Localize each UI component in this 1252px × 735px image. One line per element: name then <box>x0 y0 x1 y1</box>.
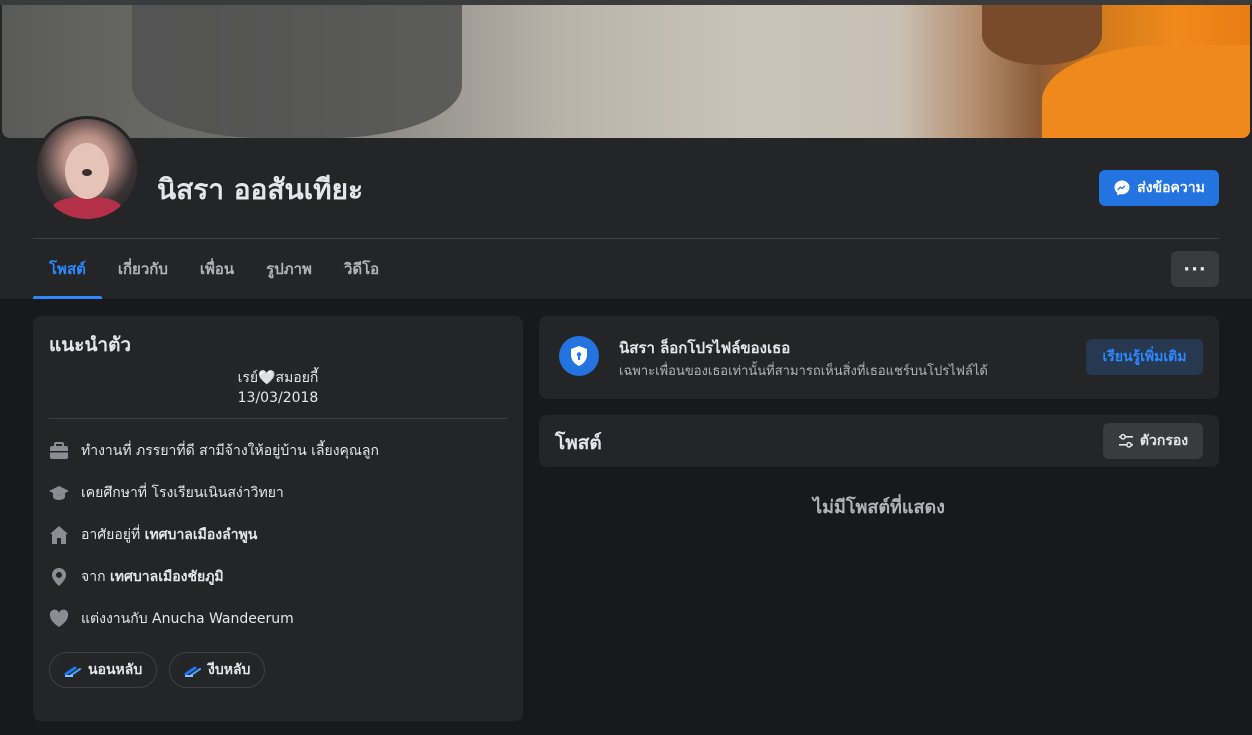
messenger-icon <box>1114 180 1130 196</box>
cover-photo[interactable] <box>2 5 1250 138</box>
from-prefix: จาก <box>81 569 106 585</box>
bio: เรย์🤍สมอยกี้ 13/03/2018 <box>49 368 507 408</box>
graduation-cap-icon <box>49 483 69 503</box>
from-row: จาก เทศบาลเมืองชัยภูมิ <box>49 566 224 588</box>
profile-tabs: โพสต์ เกี่ยวกับ เพื่อน รูปภาพ วิดีโอ <box>33 239 395 299</box>
locked-profile-card: นิสรา ล็อกโปรไฟล์ของเธอ เฉพาะเพื่อนของเธ… <box>539 316 1219 399</box>
learn-more-button[interactable]: เรียนรู้เพิ่มเติม <box>1086 339 1203 375</box>
intro-title: แนะนำตัว <box>49 334 132 356</box>
hobby-label: นอนหลับ <box>88 662 143 678</box>
hobby-chip[interactable]: งีบหลับ <box>169 652 266 688</box>
work-row: ทำงานที่ ภรรยาที่ดี สามีจ้างให้อยู่บ้าน … <box>49 440 379 462</box>
lives-row: อาศัยอยู่ที่ เทศบาลเมืองลำพูน <box>49 524 257 546</box>
from-value[interactable]: เทศบาลเมืองชัยภูมิ <box>110 566 224 588</box>
education-value[interactable]: โรงเรียนเนินสง่าวิทยา <box>152 482 284 504</box>
filter-button[interactable]: ตัวกรอง <box>1103 423 1203 459</box>
education-row: เคยศึกษาที่ โรงเรียนเนินสง่าวิทยา <box>49 482 284 504</box>
intro-card: แนะนำตัว เรย์🤍สมอยกี้ 13/03/2018 ทำงานที… <box>33 316 523 721</box>
profile-header: นิสรา ออสันเทียะ ส่งข้อความ โพสต์ เกี่ยว… <box>0 5 1252 299</box>
filter-label: ตัวกรอง <box>1139 433 1189 449</box>
sleep-icon <box>184 666 201 677</box>
location-pin-icon <box>49 567 69 587</box>
locked-subtitle: เฉพาะเพื่อนของเธอเท่านั้นที่สามารถเห็นสิ… <box>619 364 988 379</box>
tab-friends[interactable]: เพื่อน <box>184 239 250 299</box>
posts-title: โพสต์ <box>555 432 602 454</box>
lives-value[interactable]: เทศบาลเมืองลำพูน <box>145 524 258 546</box>
tab-photos[interactable]: รูปภาพ <box>250 239 328 299</box>
bio-line-2: 13/03/2018 <box>237 390 319 406</box>
shield-lock-icon <box>559 336 599 376</box>
home-icon <box>49 525 69 545</box>
heart-icon <box>49 609 69 629</box>
tab-about[interactable]: เกี่ยวกับ <box>102 239 184 299</box>
send-message-button[interactable]: ส่งข้อความ <box>1099 170 1219 206</box>
lives-prefix: อาศัยอยู่ที่ <box>81 527 141 543</box>
more-options-button[interactable]: ··· <box>1171 251 1219 287</box>
locked-title: นิสรา ล็อกโปรไฟล์ของเธอ <box>619 339 791 357</box>
relationship-prefix: แต่งงานกับ <box>81 611 148 627</box>
education-prefix: เคยศึกษาที่ <box>81 485 148 501</box>
profile-name: นิสรา ออสันเทียะ <box>157 173 364 206</box>
hobby-label: งีบหลับ <box>208 662 251 678</box>
tab-videos[interactable]: วิดีโอ <box>328 239 395 299</box>
avatar-image <box>37 119 137 219</box>
sleep-icon <box>64 666 81 677</box>
no-posts-message: ไม่มีโพสต์ที่แสดง <box>813 497 945 518</box>
send-message-label: ส่งข้อความ <box>1137 180 1205 196</box>
bio-line-1: เรย์🤍สมอยกี้ <box>237 370 319 386</box>
avatar[interactable] <box>34 116 140 222</box>
briefcase-icon <box>49 441 69 461</box>
work-prefix: ทำงานที่ <box>81 443 132 459</box>
hobby-chip[interactable]: นอนหลับ <box>49 652 158 688</box>
filter-sliders-icon <box>1118 433 1133 448</box>
relationship-row: แต่งงานกับ Anucha Wandeerum <box>49 608 294 630</box>
relationship-value[interactable]: Anucha Wandeerum <box>152 611 294 627</box>
cover-figure-left <box>132 5 462 138</box>
work-value[interactable]: ภรรยาที่ดี สามีจ้างให้อยู่บ้าน เลี้ยงคุณ… <box>136 440 379 462</box>
cover-figure-right-head <box>982 5 1102 65</box>
intro-divider <box>49 418 507 419</box>
posts-card: โพสต์ ตัวกรอง <box>539 415 1219 467</box>
tab-posts[interactable]: โพสต์ <box>33 239 102 299</box>
